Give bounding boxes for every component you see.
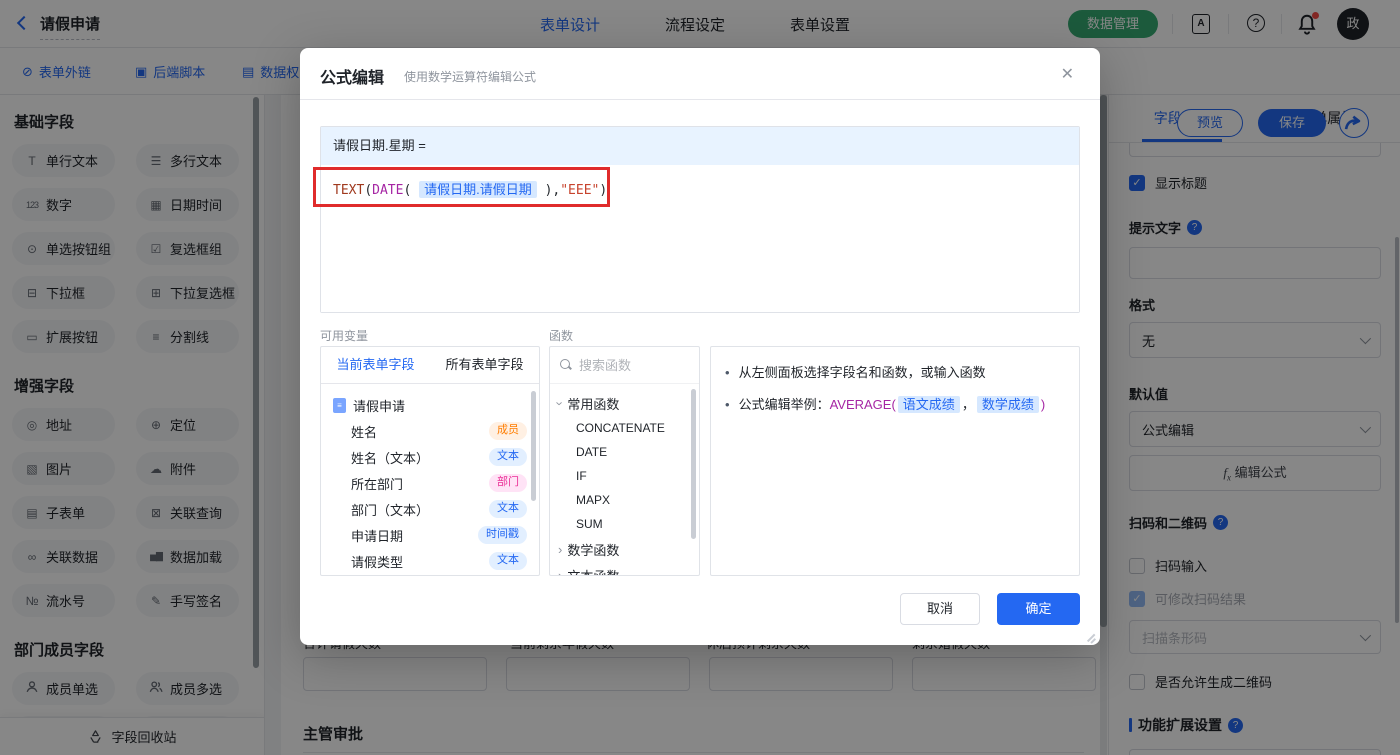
functions-scrollbar[interactable] — [691, 389, 696, 539]
app-window: 请假申请 表单设计 流程设定 表单设置 数据管理 A ? 政 ⊘ 表单外链 ▣ … — [0, 0, 1400, 755]
tips-panel: • 从左侧面板选择字段名和函数，或输入函数 • 公式编辑举例：AVERAGE(语… — [710, 346, 1080, 576]
field-type-badge: 文本 — [489, 500, 527, 518]
caret-down-icon: › — [552, 400, 568, 406]
variables-scrollbar[interactable] — [531, 391, 536, 501]
formula-editor: 请假日期.星期 = TEXT(DATE( 请假日期.请假日期 ),"EEE") — [320, 126, 1080, 313]
field-type-badge: 成员 — [489, 422, 527, 440]
function-item[interactable]: SUM — [550, 512, 699, 536]
confirm-button[interactable]: 确定 — [997, 593, 1080, 625]
tab-all-form-fields[interactable]: 所有表单字段 — [430, 347, 539, 383]
variable-item[interactable]: 请假类型 文本 — [321, 548, 539, 574]
dialog-subtitle: 使用数学运算符编辑公式 — [404, 70, 537, 84]
formula-expression: TEXT(DATE( 请假日期.请假日期 ),"EEE") — [333, 181, 608, 198]
functions-panel: › 常用函数 CONCATENATE DATE IF MAPX SUM › 数学… — [549, 346, 700, 576]
example-chip: 数学成绩 — [976, 396, 1039, 413]
function-search-input[interactable] — [579, 357, 689, 373]
tab-current-form-fields[interactable]: 当前表单字段 — [321, 347, 430, 383]
function-item[interactable]: DATE — [550, 440, 699, 464]
tip-line: • 公式编辑举例：AVERAGE(语文成绩，数学成绩) — [725, 395, 1065, 415]
cancel-button[interactable]: 取消 — [900, 593, 980, 625]
function-item[interactable]: CONCATENATE — [550, 416, 699, 440]
variables-panel: 当前表单字段 所有表单字段 ≡ 请假申请 姓名 成员 姓名（文本） 文本 所在部门部… — [320, 346, 540, 576]
function-item[interactable]: IF — [550, 464, 699, 488]
function-search[interactable] — [550, 347, 699, 384]
functions-label: 函数 — [549, 329, 574, 343]
formula-input-area[interactable]: TEXT(DATE( 请假日期.请假日期 ),"EEE") — [321, 165, 1079, 312]
function-group-common[interactable]: › 常用函数 — [550, 390, 699, 416]
close-icon[interactable]: ✕ — [1061, 64, 1074, 84]
dialog-title: 公式编辑 — [320, 70, 385, 87]
formula-target: 请假日期.星期 = — [321, 127, 1079, 165]
variable-item[interactable]: 所在部门 部门 — [321, 470, 539, 496]
resize-handle[interactable] — [1086, 631, 1096, 641]
variables-label: 可用变量 — [320, 329, 369, 343]
variables-tree: ≡ 请假申请 姓名 成员 姓名（文本） 文本 所在部门 部门 部门（文本） 文本 申请日… — [321, 384, 539, 574]
bullet-icon: • — [725, 365, 730, 380]
form-doc-icon: ≡ — [333, 397, 346, 413]
function-item[interactable]: MAPX — [550, 488, 699, 512]
variable-item[interactable]: 申请日期 时间戳 — [321, 522, 539, 548]
example-chip: 语文成绩 — [897, 396, 960, 413]
caret-right-icon: › — [558, 541, 563, 557]
functions-tree: › 常用函数 CONCATENATE DATE IF MAPX SUM › 数学… — [550, 384, 699, 576]
tip-line: • 从左侧面板选择字段名和函数，或输入函数 — [725, 363, 1065, 383]
field-chip[interactable]: 请假日期.请假日期 — [419, 181, 537, 198]
bullet-icon: • — [725, 397, 730, 412]
field-type-badge: 文本 — [489, 448, 527, 466]
dialog-header: 公式编辑 使用数学运算符编辑公式 ✕ — [300, 48, 1100, 100]
variables-tree-root[interactable]: ≡ 请假申请 — [321, 392, 539, 418]
variable-item[interactable]: 姓名 成员 — [321, 418, 539, 444]
variable-item[interactable]: 姓名（文本） 文本 — [321, 444, 539, 470]
formula-edit-dialog: 公式编辑 使用数学运算符编辑公式 ✕ 请假日期.星期 = TEXT(DATE( … — [300, 48, 1100, 645]
variable-item[interactable]: 部门（文本） 文本 — [321, 496, 539, 522]
function-group-text[interactable]: › 文本函数 — [550, 562, 699, 576]
field-type-badge: 部门 — [489, 474, 527, 492]
field-type-badge: 文本 — [489, 552, 527, 570]
caret-right-icon: › — [558, 567, 563, 576]
field-type-badge: 时间戳 — [478, 526, 527, 544]
function-group-math[interactable]: › 数学函数 — [550, 536, 699, 562]
search-icon — [560, 359, 572, 371]
